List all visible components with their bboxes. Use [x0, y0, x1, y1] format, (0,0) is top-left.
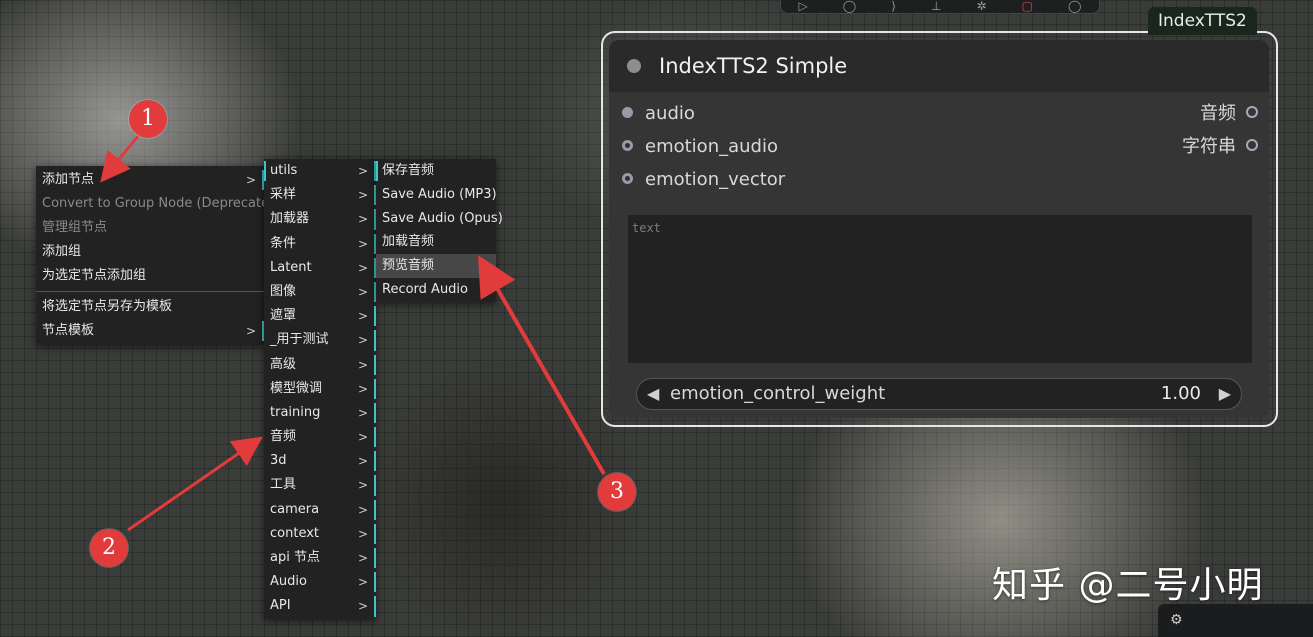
output-dot-icon [1246, 106, 1258, 118]
chevron-right-icon: > [357, 309, 368, 324]
audio-item-save-opus[interactable]: Save Audio (Opus) [376, 207, 503, 231]
text-input[interactable]: text [628, 215, 1252, 363]
output-dot-icon [1246, 139, 1258, 151]
emotion-control-weight-widget[interactable]: ◀ emotion_control_weight 1.00 ▶ [636, 378, 1242, 410]
text-placeholder: text [632, 221, 661, 235]
category-api-nodes[interactable]: api 节点 > [264, 546, 376, 570]
input-slot-audio[interactable]: audio [622, 101, 695, 127]
settings-panel-button[interactable]: ⚙ [1158, 604, 1313, 637]
chevron-right-icon: > [357, 236, 368, 251]
menu-item-add-group[interactable]: 添加组 [36, 240, 264, 264]
arrow-3 [478, 255, 606, 475]
chevron-right-icon: > [357, 526, 368, 541]
menu-item-add-node[interactable]: 添加节点 > [36, 168, 264, 192]
collapse-dot-icon[interactable] [627, 59, 641, 73]
category-training[interactable]: training > [264, 401, 376, 425]
menu-item-node-templates[interactable]: 节点模板 > [36, 319, 264, 343]
category-audio-cn[interactable]: 音频 > [264, 425, 376, 449]
chevron-right-icon: > [357, 284, 368, 299]
step-icon[interactable]: ⟩ [891, 0, 896, 12]
category-sampling[interactable]: 采样 > [264, 183, 376, 207]
menu-item-manage-group[interactable]: 管理组节点 [36, 216, 264, 240]
widget-value: 1.00 [1160, 383, 1201, 404]
category-3d[interactable]: 3d > [264, 449, 376, 473]
menu-item-save-template[interactable]: 将选定节点另存为模板 [36, 295, 264, 319]
category-conditioning[interactable]: 条件 > [264, 232, 376, 256]
chevron-right-icon: > [357, 454, 368, 469]
category-mask[interactable]: 遮罩 > [264, 304, 376, 328]
category-menu: utils > 采样 > 加载器 > 条件 > Latent > 图像 > 遮罩 > _用于测… [264, 159, 376, 619]
chevron-right-icon: > [357, 405, 368, 420]
sliders-icon: ⚙ [1170, 612, 1183, 628]
chevron-right-icon: > [357, 599, 368, 614]
node-header[interactable]: IndexTTS2 Simple [609, 40, 1269, 92]
category-testing[interactable]: _用于测试 > [264, 328, 376, 352]
chevron-right-icon: > [357, 212, 368, 227]
category-image[interactable]: 图像 > [264, 280, 376, 304]
delete-icon[interactable]: ▢ [1022, 0, 1033, 12]
increment-arrow-icon[interactable]: ▶ [1219, 379, 1231, 409]
output-slot-audio[interactable]: 音频 [1200, 101, 1258, 127]
chevron-right-icon: > [357, 478, 368, 493]
chevron-right-icon: > [357, 188, 368, 203]
output-slot-string[interactable]: 字符串 [1182, 134, 1258, 160]
node-title: IndexTTS2 Simple [659, 54, 848, 78]
audio-item-save-mp3[interactable]: Save Audio (MP3) [376, 183, 497, 207]
pin-icon[interactable]: ⊥ [931, 0, 941, 12]
input-dot-icon [622, 172, 633, 184]
queue-icon[interactable]: ◯ [843, 0, 856, 12]
audio-item-record[interactable]: Record Audio [376, 278, 496, 302]
input-slot-emotion-vector[interactable]: emotion_vector [622, 167, 785, 193]
watermark: 知乎 @二号小明 [992, 565, 1264, 606]
category-advanced[interactable]: 高级 > [264, 353, 376, 377]
annotation-badge-1: 1 [129, 100, 167, 138]
widget-label: emotion_control_weight [670, 383, 886, 404]
category-utils[interactable]: utils > [264, 159, 376, 183]
arrow-2 [127, 436, 263, 532]
chevron-right-icon: > [245, 173, 256, 187]
sparkle-icon[interactable]: ✲ [977, 0, 987, 12]
audio-item-save[interactable]: 保存音频 [376, 159, 496, 183]
group-tag[interactable]: IndexTTS2 [1148, 7, 1257, 35]
context-menu: 添加节点 > Convert to Group Node (Deprecated)… [36, 166, 282, 345]
indextts2-node[interactable]: IndexTTS2 Simple audio emotion_audio emo… [609, 40, 1269, 418]
menu-separator [36, 291, 264, 292]
top-toolbar: ▷ ◯ ⟩ ⊥ ✲ ▢ ◯ [780, 0, 1100, 14]
input-dot-icon [622, 139, 633, 151]
chevron-right-icon: > [357, 333, 368, 348]
audio-item-load[interactable]: 加载音频 [376, 230, 496, 254]
category-tools[interactable]: 工具 > [264, 473, 376, 497]
chevron-right-icon: > [357, 551, 368, 565]
category-api[interactable]: API > [264, 594, 376, 618]
category-context[interactable]: context > [264, 522, 376, 546]
input-dot-icon [622, 106, 633, 118]
category-loaders[interactable]: 加载器 > [264, 207, 376, 231]
chevron-right-icon: > [357, 575, 368, 590]
decrement-arrow-icon[interactable]: ◀ [647, 379, 659, 409]
category-model-finetune[interactable]: 模型微调 > [264, 377, 376, 401]
annotation-badge-2: 2 [90, 529, 128, 567]
chevron-right-icon: > [357, 430, 368, 445]
menu-item-convert-group[interactable]: Convert to Group Node (Deprecated) [36, 192, 282, 216]
category-audio[interactable]: Audio > [264, 570, 376, 594]
chevron-right-icon: > [245, 324, 256, 338]
input-slot-emotion-audio[interactable]: emotion_audio [622, 134, 778, 160]
run-icon[interactable]: ▷ [799, 0, 808, 12]
annotation-badge-3: 3 [598, 473, 636, 511]
chevron-right-icon: > [357, 260, 368, 275]
chevron-right-icon: > [357, 381, 368, 396]
chevron-right-icon: > [357, 502, 368, 517]
chevron-right-icon: > [357, 164, 368, 178]
chevron-right-icon: > [357, 357, 368, 372]
audio-menu: 保存音频 Save Audio (MP3) Save Audio (Opus) … [376, 159, 503, 302]
menu-item-add-group-selected[interactable]: 为选定节点添加组 [36, 264, 264, 288]
history-icon[interactable]: ◯ [1068, 0, 1081, 12]
category-camera[interactable]: camera > [264, 498, 376, 522]
category-latent[interactable]: Latent > [264, 256, 376, 280]
audio-item-preview[interactable]: 预览音频 [376, 254, 496, 278]
